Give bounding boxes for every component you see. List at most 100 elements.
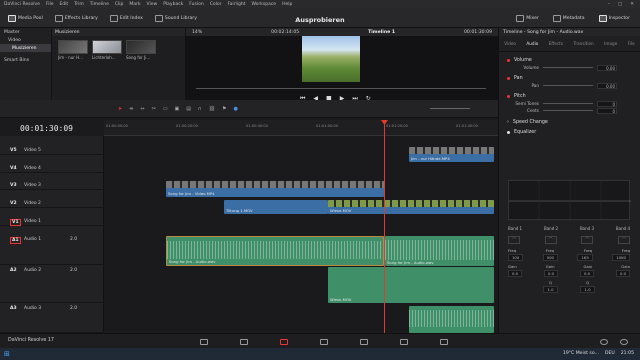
- section-pan[interactable]: Pan: [499, 74, 640, 82]
- band-2-q[interactable]: 1.0: [543, 286, 558, 293]
- replace-clip-icon[interactable]: ▤: [186, 106, 191, 112]
- effects-library-button[interactable]: Effects Library: [51, 12, 102, 24]
- zoom-level[interactable]: 14%: [192, 30, 202, 35]
- pool-clip[interactable]: Jim - nur H...: [58, 40, 88, 60]
- menu-view[interactable]: View: [147, 2, 158, 7]
- section-speed-change[interactable]: › Speed Change: [499, 118, 640, 126]
- clock[interactable]: 21:05: [621, 351, 634, 356]
- fusion-page-icon[interactable]: [320, 339, 328, 345]
- band-3-gain[interactable]: 0.0: [579, 270, 595, 277]
- band-2-gain[interactable]: 0.0: [543, 270, 559, 277]
- eq-band-4[interactable]: Band 4: [616, 226, 630, 231]
- menu-fusion[interactable]: Fusion: [189, 2, 203, 7]
- menu-edit[interactable]: Edit: [59, 2, 68, 7]
- insert-clip-icon[interactable]: ▭: [163, 106, 168, 112]
- equalizer-graph[interactable]: [508, 180, 631, 221]
- timeline-name[interactable]: Timeline 1: [368, 30, 395, 35]
- pan-value[interactable]: 0.00: [597, 82, 617, 89]
- pool-clip[interactable]: Lichterloh...: [92, 40, 122, 60]
- fairlight-page-icon[interactable]: [400, 339, 408, 345]
- band-2-shape-button[interactable]: ⌒: [544, 236, 557, 244]
- band-3-q[interactable]: 1.0: [580, 286, 595, 293]
- band-3-shape-button[interactable]: ⌒: [581, 236, 594, 244]
- track-header-v5[interactable]: V5 Video 5: [0, 146, 104, 155]
- clip-v3[interactable]: Song for Jim - Video.MP4: [166, 181, 384, 197]
- edit-page-icon[interactable]: [280, 339, 288, 345]
- band-4-freq[interactable]: 10K0: [612, 254, 630, 261]
- inspector-button[interactable]: Inspector: [595, 12, 634, 24]
- menu-fairlight[interactable]: Fairlight: [227, 2, 245, 7]
- language-indicator[interactable]: DEU: [605, 351, 615, 356]
- track-header-v2[interactable]: V2 Video 2: [0, 199, 104, 208]
- menu-app[interactable]: DaVinci Resolve: [4, 2, 40, 7]
- track-header-v4[interactable]: V4 Video 4: [0, 164, 104, 173]
- tab-video[interactable]: Video: [504, 41, 516, 46]
- bin-master[interactable]: Master: [0, 28, 51, 36]
- band-4-gain[interactable]: 0.0: [615, 270, 630, 277]
- dynamic-trim-icon[interactable]: ⇔: [140, 106, 144, 112]
- track-header-v1[interactable]: V1 Video 1: [0, 217, 104, 226]
- clip-a1-part2[interactable]: Song for Jim - Audio.wav: [385, 236, 494, 266]
- overwrite-clip-icon[interactable]: ▣: [175, 106, 180, 112]
- mixer-button[interactable]: Mixer: [512, 12, 543, 24]
- smart-bins[interactable]: Smart Bins: [0, 56, 51, 64]
- pool-clip[interactable]: Song for Ji...: [126, 40, 156, 60]
- sound-library-button[interactable]: Sound Library: [151, 12, 201, 24]
- snapping-icon[interactable]: ∩: [198, 106, 202, 112]
- tab-effects[interactable]: Effects: [549, 41, 563, 46]
- settings-icon[interactable]: [620, 339, 628, 345]
- tab-transition[interactable]: Transition: [573, 41, 593, 46]
- menu-timeline[interactable]: Timeline: [90, 2, 109, 7]
- cut-page-icon[interactable]: [240, 339, 248, 345]
- flag-icon[interactable]: ⚑: [222, 106, 226, 112]
- section-volume[interactable]: Volume: [499, 56, 640, 64]
- cents-value[interactable]: 0: [597, 107, 617, 114]
- clip-v2-wiese[interactable]: Wiese.MOV: [328, 200, 494, 214]
- band-2-freq[interactable]: 500: [542, 254, 558, 261]
- weather-widget[interactable]: 19°C Meist so...: [563, 351, 599, 356]
- minimize-icon[interactable]: –: [608, 2, 610, 7]
- volume-value[interactable]: 0.00: [597, 64, 617, 71]
- media-page-icon[interactable]: [200, 339, 208, 345]
- eq-band-1[interactable]: Band 1: [508, 226, 522, 231]
- section-pitch[interactable]: Pitch: [499, 92, 640, 100]
- metadata-button[interactable]: Metadata: [549, 12, 589, 24]
- tab-image[interactable]: Image: [604, 41, 617, 46]
- menu-color[interactable]: Color: [210, 2, 222, 7]
- home-icon[interactable]: [600, 339, 608, 345]
- selection-tool-icon[interactable]: ➤: [118, 106, 122, 112]
- deliver-page-icon[interactable]: [440, 339, 448, 345]
- menu-help[interactable]: Help: [282, 2, 292, 7]
- close-icon[interactable]: ✕: [630, 2, 634, 7]
- bin-musizieren[interactable]: Musizieren: [0, 44, 51, 52]
- windows-start-icon[interactable]: ⊞: [4, 350, 10, 358]
- eq-band-3[interactable]: Band 3: [580, 226, 594, 231]
- clip-a2[interactable]: Wiese.MOV: [328, 267, 494, 303]
- volume-slider[interactable]: [543, 67, 593, 68]
- band-1-shape-button[interactable]: ⌒: [508, 236, 520, 244]
- bin-video[interactable]: Video: [0, 36, 51, 44]
- cents-slider[interactable]: [543, 110, 593, 111]
- track-header-a1[interactable]: A1 Audio 1 2.0: [0, 235, 104, 265]
- tab-audio[interactable]: Audio: [526, 41, 538, 46]
- menu-mark[interactable]: Mark: [129, 2, 140, 7]
- timeline-ruler[interactable]: 01:00:00:00 01:00:20:00 01:00:40:00 01:0…: [104, 120, 498, 136]
- viewer-scrubber[interactable]: [196, 88, 486, 89]
- edit-index-button[interactable]: Edit Index: [106, 12, 147, 24]
- semi-tones-value[interactable]: 0: [597, 100, 617, 107]
- track-header-a2[interactable]: A2 Audio 2 2.0: [0, 266, 104, 303]
- semi-tones-slider[interactable]: [543, 103, 593, 104]
- blade-tool-icon[interactable]: ✂: [152, 106, 156, 112]
- menu-clip[interactable]: Clip: [115, 2, 124, 7]
- clip-v2-tiltung[interactable]: Tiltung 1.MOV: [224, 200, 328, 214]
- tab-file[interactable]: File: [628, 41, 635, 46]
- maximize-icon[interactable]: □: [618, 2, 622, 7]
- clip-v5[interactable]: Jim - nur Hände.MP4: [409, 147, 494, 162]
- band-1-freq[interactable]: 100: [508, 254, 524, 261]
- menu-file[interactable]: File: [46, 2, 54, 7]
- clip-a3[interactable]: [409, 306, 494, 333]
- color-page-icon[interactable]: [360, 339, 368, 345]
- band-1-gain[interactable]: 0.0: [508, 270, 523, 277]
- band-3-freq[interactable]: 1K5: [577, 254, 593, 261]
- pan-slider[interactable]: [543, 85, 593, 86]
